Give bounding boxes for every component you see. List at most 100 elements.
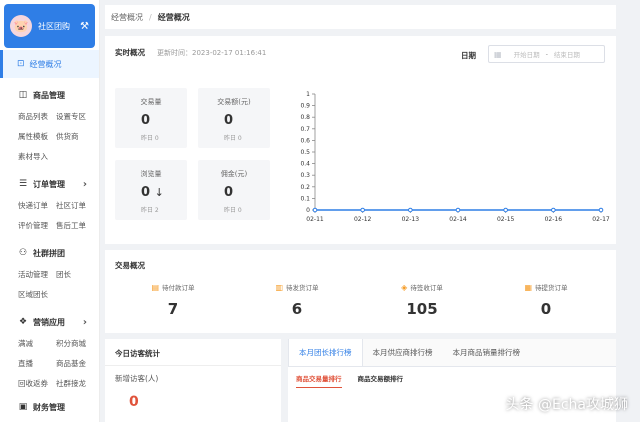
date-range-picker[interactable]: ▦ 开始日期 - 结束日期	[488, 45, 605, 63]
y-tick-label: 0	[306, 207, 310, 214]
sidebar-item-zone[interactable]: 设置专区	[56, 107, 98, 127]
sidebar-item-attr-template[interactable]: 属性模板	[18, 127, 56, 147]
stat-value-row: 0 ↓	[115, 185, 187, 200]
stat-value: 0	[141, 113, 151, 128]
ranking-subtabs: 商品交易量排行 商品交易额排行	[288, 373, 616, 388]
nav-group-goods: ◫ 商品管理 商品列表 设置专区 属性模板 供货商 素材导入	[0, 78, 99, 167]
order-stat-value: 6	[291, 300, 303, 318]
nav-group-title[interactable]: ❖ 营销应用 ›	[18, 315, 99, 329]
stat-yesterday: 昨日 0	[224, 135, 242, 142]
sidebar-item-aftersale[interactable]: 售后工单	[56, 216, 98, 236]
stat-card-page-views: 浏览量 0 ↓ 昨日 2	[115, 160, 187, 220]
stat-card-commission: 佣金(元) 0 昨日 0	[198, 160, 270, 220]
sidebar-item-overview[interactable]: ⊡ 经营概况	[0, 50, 99, 78]
group-label: 订单管理	[33, 179, 65, 189]
sidebar-item-region-leader[interactable]: 区域团长	[18, 285, 56, 305]
y-tick-label: 0.5	[300, 149, 310, 156]
sidebar-item-express-orders[interactable]: 快递订单	[18, 196, 56, 216]
arrow-down-icon: ↓	[154, 186, 164, 199]
y-tick-label: 0.6	[300, 137, 310, 144]
calendar-icon: ▦	[494, 49, 502, 59]
updated-label: 更新时间：	[157, 48, 192, 57]
trade-title: 交易概况	[115, 261, 145, 270]
tools-icon[interactable]: ⚒	[80, 21, 89, 32]
finance-icon: ▣	[18, 402, 28, 412]
stat-value: 0	[224, 185, 234, 200]
y-tick-label: 0.3	[300, 172, 310, 179]
order-stat-unshipped[interactable]: ▥ 待发货订单 6	[257, 282, 337, 319]
stat-yesterday: 昨日 2	[141, 207, 159, 214]
tab-supplier-ranking[interactable]: 本月供应商排行榜	[363, 339, 443, 366]
sidebar-item-community-orders[interactable]: 社区订单	[56, 196, 98, 216]
app-icon: ❖	[18, 317, 28, 327]
date-label: 日期	[461, 51, 476, 60]
sidebar: 🐷 社区团购 ⚒ ⊡ 经营概况 ◫ 商品管理 商品列表 设置专区 属性模板 供货…	[0, 0, 100, 422]
stat-card-trade-count: 交易量 0 昨日 0	[115, 88, 187, 148]
realtime-title: 实时概况	[115, 48, 145, 57]
sidebar-item-solitaire[interactable]: 社群接龙	[56, 374, 98, 394]
truck-icon: ▥	[275, 282, 284, 292]
sidebar-item-reviews[interactable]: 评价管理	[18, 216, 56, 236]
nav-group-title[interactable]: ▣ 财务管理	[18, 400, 99, 414]
nav-group-title[interactable]: ☰ 订单管理 ›	[18, 177, 99, 191]
stat-label: 佣金(元)	[220, 170, 248, 178]
wallet-icon: ▤	[151, 282, 160, 292]
box-icon: ◫	[18, 90, 28, 100]
order-stat-unpaid[interactable]: ▤ 待付款订单 7	[133, 282, 213, 319]
nav-group-marketing: ❖ 营销应用 › 满减 积分商城 直播 商品基金 回收返券 社群接龙	[0, 305, 99, 394]
y-tick-label: 1	[306, 91, 310, 98]
order-stat-unsigned[interactable]: ◈ 待签收订单 105	[382, 282, 462, 319]
stat-label: 浏览量	[140, 170, 162, 178]
sidebar-item-material-import[interactable]: 素材导入	[18, 147, 56, 167]
date-start-input[interactable]: 开始日期	[514, 49, 540, 59]
sidebar-item-recycle-coupon[interactable]: 回收返券	[18, 374, 56, 394]
nav-group-title[interactable]: ◫ 商品管理	[18, 88, 99, 102]
group-icon: ⚇	[18, 248, 28, 258]
order-stat-label: 待提货订单	[535, 284, 568, 292]
sidebar-item-leader[interactable]: 团长	[56, 265, 98, 285]
data-point	[455, 207, 461, 213]
tab-goods-sales-ranking[interactable]: 本月商品销量排行榜	[443, 339, 531, 366]
trade-overview-panel: 交易概况 ▤ 待付款订单 7 ▥ 待发货订单 6 ◈ 待签收订单 105 ▦ 待提货订单…	[105, 250, 616, 333]
sidebar-item-goods-fund[interactable]: 商品基金	[56, 354, 98, 374]
stat-value: 0	[141, 185, 151, 200]
subtab-trade-amount[interactable]: 商品交易额排行	[358, 373, 404, 388]
date-separator: -	[545, 50, 548, 58]
sidebar-item-discount[interactable]: 满减	[18, 334, 56, 354]
data-point	[551, 207, 556, 213]
brand-bar[interactable]: 🐷 社区团购 ⚒	[4, 4, 95, 48]
y-tick-label: 0.4	[300, 161, 310, 168]
breadcrumb-parent[interactable]: 经营概况	[111, 12, 143, 23]
nav-group-title[interactable]: ⚇ 社群拼团	[18, 246, 99, 260]
sidebar-item-goods-list[interactable]: 商品列表	[18, 107, 56, 127]
order-stat-label: 待发货订单	[286, 284, 319, 292]
stat-card-trade-amount: 交易额(元) 0 昨日 0	[198, 88, 270, 148]
nav-group-orders: ☰ 订单管理 › 快递订单 社区订单 评价管理 售后工单	[0, 167, 99, 236]
x-tick-label: 02-15	[497, 216, 515, 223]
chevron-right-icon: ›	[82, 178, 87, 190]
subtab-trade-count[interactable]: 商品交易量排行	[296, 373, 342, 388]
visitor-title: 今日访客统计	[115, 349, 160, 358]
tab-leader-ranking[interactable]: 本月团长排行榜	[288, 339, 363, 366]
data-point	[312, 207, 318, 213]
x-tick-label: 02-11	[306, 216, 324, 223]
sidebar-item-activities[interactable]: 活动管理	[18, 265, 56, 285]
group-label: 社群拼团	[33, 248, 65, 258]
realtime-line-chart: 0 0.1 0.2 0.3 0.4 0.5 0.6 0.7 0.8 0.9 1 02-11 02-12 0…	[300, 91, 609, 223]
data-point	[598, 207, 604, 213]
order-stat-label: 待签收订单	[410, 284, 443, 292]
breadcrumb: 经营概况 / 经营概况	[105, 5, 616, 29]
x-tick-label: 02-13	[402, 216, 420, 223]
order-stat-pickup[interactable]: ▦ 待提货订单 0	[506, 282, 586, 319]
y-tick-label: 0.2	[300, 184, 310, 191]
pig-avatar-icon: 🐷	[10, 15, 32, 37]
order-stat-value: 0	[540, 300, 552, 318]
sidebar-item-points-mall[interactable]: 积分商城	[56, 334, 98, 354]
date-end-input[interactable]: 结束日期	[554, 49, 580, 59]
group-label: 商品管理	[33, 90, 65, 100]
stat-label: 交易量	[140, 98, 162, 106]
sidebar-item-live[interactable]: 直播	[18, 354, 56, 374]
sidebar-item-supplier[interactable]: 供货商	[56, 127, 98, 147]
order-stat-value: 7	[167, 300, 179, 318]
order-stat-value: 105	[406, 300, 438, 318]
